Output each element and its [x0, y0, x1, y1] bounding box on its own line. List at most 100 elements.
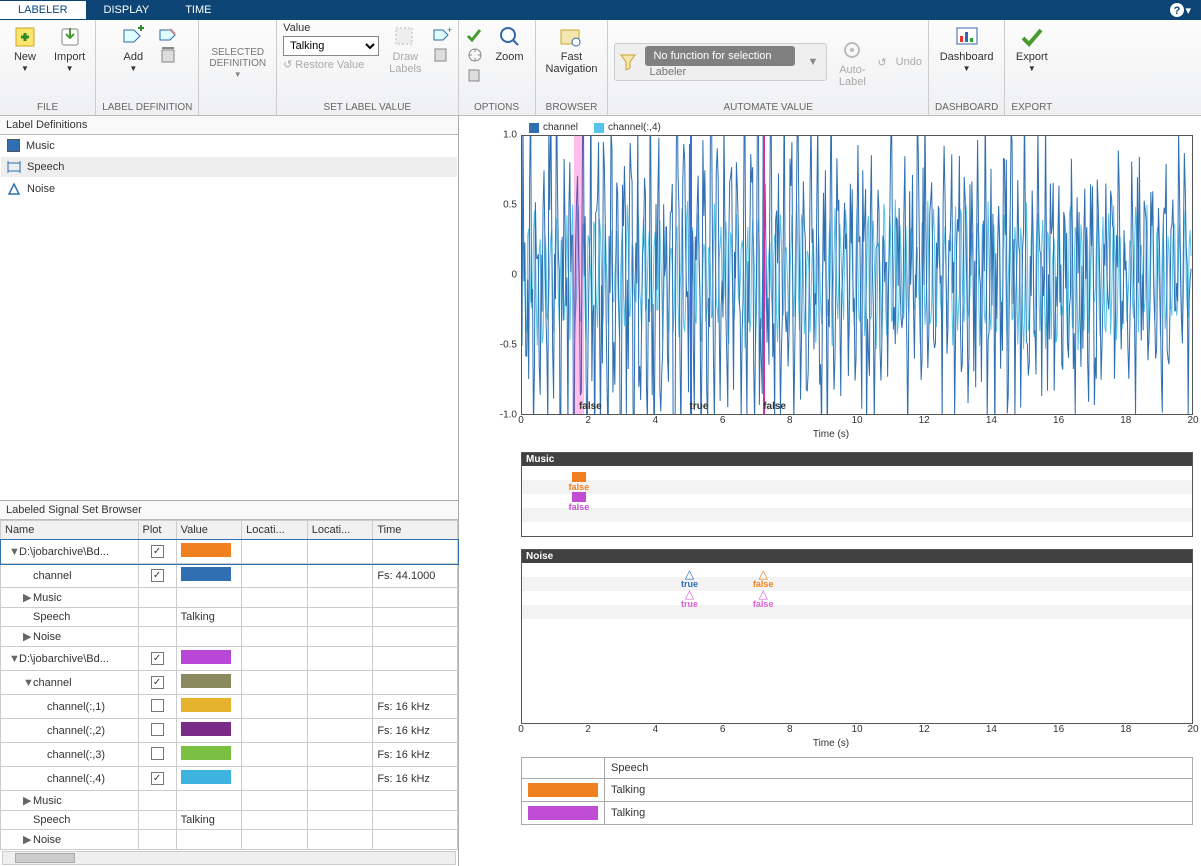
table-row[interactable]: channel(:,3) Fs: 16 kHz: [1, 743, 458, 767]
add-button[interactable]: Add▼: [114, 22, 152, 75]
no-function-badge: No function for selection: [645, 46, 795, 66]
plot-checkbox[interactable]: [151, 699, 164, 712]
chart-icon: [954, 24, 980, 50]
label-definitions-header: Label Definitions: [0, 116, 458, 135]
signal-set-table[interactable]: NamePlotValueLocati...Locati...Time ▼D:\…: [0, 520, 458, 850]
tab-labeler[interactable]: LABELER: [0, 1, 86, 19]
col-0[interactable]: Name: [1, 521, 139, 540]
col-5[interactable]: Time: [373, 521, 458, 540]
check-big-icon: [1019, 24, 1045, 50]
label-del-icon[interactable]: [432, 46, 452, 64]
color-swatch: [181, 722, 231, 736]
table-row[interactable]: ▶Noise: [1, 627, 458, 647]
region-marker[interactable]: [574, 136, 585, 414]
svg-text:?: ?: [1174, 5, 1181, 17]
info-table: Speech TalkingTalking: [521, 757, 1193, 825]
delete-definition-icon[interactable]: [158, 46, 180, 64]
table-row[interactable]: ▶Music: [1, 588, 458, 608]
main-tabs: LABELER DISPLAY TIME ? ▾: [0, 0, 1201, 20]
table-row[interactable]: channel(:,2) Fs: 16 kHz: [1, 719, 458, 743]
table-row[interactable]: channel(:,4) ✓ Fs: 16 kHz: [1, 767, 458, 791]
col-4[interactable]: Locati...: [307, 521, 373, 540]
zoom-button[interactable]: Zoom: [491, 22, 529, 65]
plot-checkbox[interactable]: ✓: [151, 676, 164, 689]
square-icon: [7, 139, 20, 152]
plot-checkbox[interactable]: ✓: [151, 569, 164, 582]
help-button[interactable]: ? ▾: [1159, 2, 1201, 18]
zoom-icon: [497, 24, 523, 50]
new-button[interactable]: New▼: [6, 22, 44, 75]
group-browser: BROWSER: [546, 102, 598, 115]
table-row[interactable]: Speech Talking: [1, 608, 458, 627]
folder-search-icon: [558, 24, 584, 50]
region-marker[interactable]: [763, 136, 765, 414]
gear-icon: [839, 37, 865, 63]
col-3[interactable]: Locati...: [242, 521, 308, 540]
undo-button: ↺ Undo: [877, 56, 922, 69]
import-button[interactable]: Import▼: [50, 22, 89, 75]
restore-value-button[interactable]: ↺ Restore Value: [283, 58, 379, 71]
table-row[interactable]: ▶Noise: [1, 830, 458, 850]
col-2[interactable]: Value: [176, 521, 242, 540]
noise-marker[interactable]: △false: [753, 589, 774, 609]
plot-checkbox[interactable]: [151, 723, 164, 736]
value-select[interactable]: Talking: [283, 36, 379, 56]
label-definitions-list: MusicSpeechNoise: [0, 135, 458, 200]
fast-nav-button[interactable]: Fast Navigation: [542, 22, 602, 77]
undo-icon: ↺: [877, 56, 886, 69]
table-row[interactable]: ▶Music: [1, 791, 458, 811]
region-marker[interactable]: [690, 136, 692, 414]
check-icon[interactable]: [465, 26, 485, 44]
table-row[interactable]: ▼channel ✓: [1, 671, 458, 695]
draw-labels-button: Draw Labels: [385, 22, 425, 77]
col-1[interactable]: Plot: [138, 521, 176, 540]
noise-marker[interactable]: △true: [681, 569, 698, 589]
labeldef-item-noise[interactable]: Noise: [0, 178, 458, 200]
svg-text:+: +: [447, 26, 452, 35]
group-seldef-blank: [236, 102, 239, 115]
automate-input[interactable]: [645, 66, 795, 78]
plot-checkbox[interactable]: [151, 747, 164, 760]
panner-icon[interactable]: [465, 46, 485, 64]
info-swatch: [528, 783, 598, 797]
trash-icon[interactable]: [465, 66, 485, 84]
label-fwd-icon[interactable]: +: [432, 26, 452, 44]
color-swatch: [181, 698, 231, 712]
labeldef-item-speech[interactable]: Speech: [0, 156, 458, 178]
tab-time[interactable]: TIME: [167, 1, 229, 19]
music-strip[interactable]: Music falsefalse: [521, 452, 1193, 537]
export-button[interactable]: Export▼: [1012, 22, 1052, 75]
color-swatch: [181, 770, 231, 784]
plot-checkbox[interactable]: ✓: [151, 652, 164, 665]
dashboard-button[interactable]: Dashboard▼: [936, 22, 998, 75]
tab-display[interactable]: DISPLAY: [86, 1, 168, 19]
group-options: OPTIONS: [474, 102, 519, 115]
funnel-icon: [617, 51, 639, 73]
plot-checkbox[interactable]: ✓: [151, 545, 164, 558]
table-row[interactable]: channel(:,1) Fs: 16 kHz: [1, 695, 458, 719]
waveform-chart[interactable]: 1.00.50-0.5-1.0 falsetruefalse 024681012…: [469, 135, 1193, 440]
color-swatch: [181, 746, 231, 760]
triangle-icon: [7, 182, 21, 196]
table-row[interactable]: Speech Talking: [1, 811, 458, 830]
group-export: EXPORT: [1011, 102, 1052, 115]
table-row[interactable]: ▼D:\jobarchive\Bd... ✓: [1, 540, 458, 564]
noise-marker[interactable]: △true: [681, 589, 698, 609]
noise-strip[interactable]: Noise △true△false△true△false: [521, 549, 1193, 724]
labeldef-item-music[interactable]: Music: [0, 135, 458, 156]
automate-selector[interactable]: No function for selection ▼: [614, 43, 827, 81]
plot-checkbox[interactable]: ✓: [151, 772, 164, 785]
edit-definition-icon[interactable]: [158, 26, 180, 44]
xaxis-label: Time (s): [469, 429, 1193, 440]
table-row[interactable]: channel ✓ Fs: 44.1000: [1, 564, 458, 588]
noise-marker[interactable]: △false: [753, 569, 774, 589]
group-labeldef: LABEL DEFINITION: [102, 102, 192, 115]
signal-scrollbar[interactable]: [2, 851, 456, 865]
bar-icon: [7, 160, 21, 174]
table-row[interactable]: ▼D:\jobarchive\Bd... ✓: [1, 647, 458, 671]
signal-set-browser-header: Labeled Signal Set Browser: [0, 500, 458, 520]
plus-icon: [12, 24, 38, 50]
value-label: Value: [283, 22, 379, 34]
pencil-icon: [392, 24, 418, 50]
color-swatch: [181, 650, 231, 664]
